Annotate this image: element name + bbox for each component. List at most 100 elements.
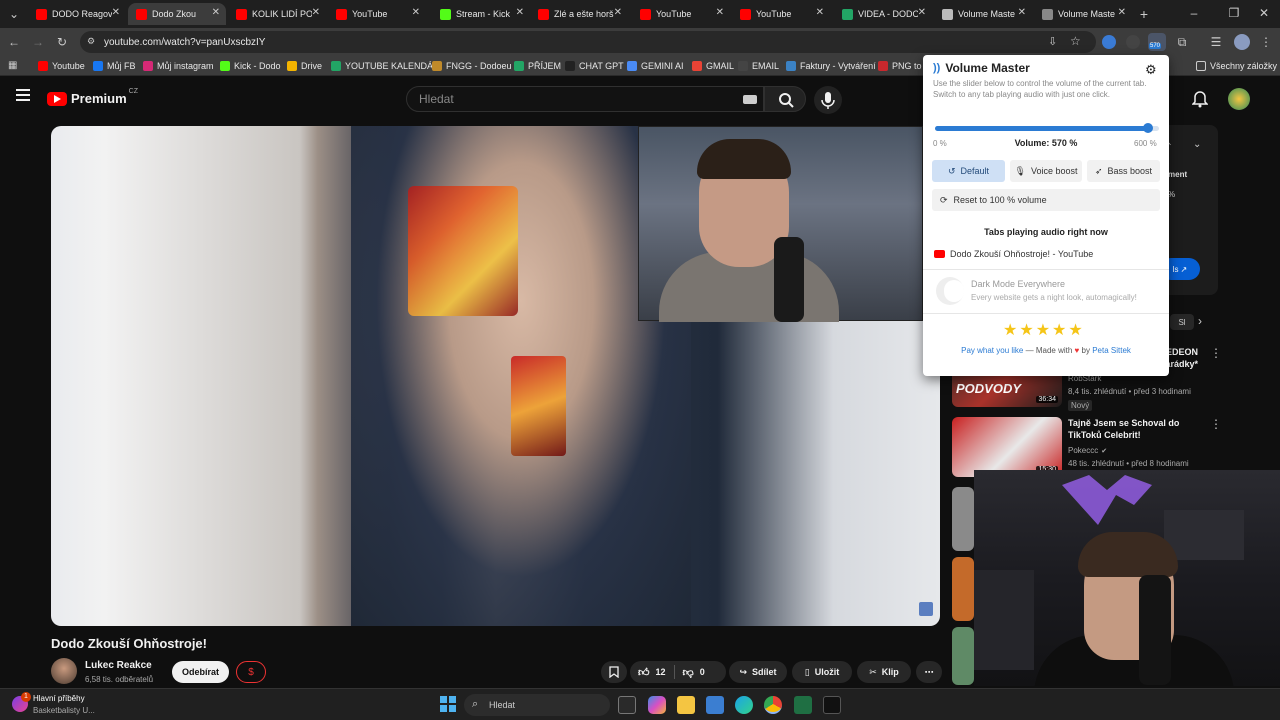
like-button[interactable]: 👍︎ 12 [638, 666, 666, 679]
taskbar-search[interactable]: ⌕ Hledat [464, 694, 610, 716]
star-icon[interactable]: ★ [1003, 322, 1019, 339]
tab-close-icon[interactable]: ✕ [1118, 7, 1126, 18]
bookmark-item[interactable]: Faktury - Vytváření [786, 59, 876, 73]
edge-icon[interactable] [735, 696, 753, 714]
tab-close-icon[interactable]: ✕ [614, 7, 622, 18]
bookmark-item[interactable]: PŘÍJEM [514, 59, 561, 73]
address-bar[interactable]: ⚙ youtube.com/watch?v=panUxscbzIY ⇩ ☆ [80, 31, 1096, 53]
notifications-bell-icon[interactable] [1192, 90, 1208, 108]
tab-close-icon[interactable]: ✕ [412, 7, 420, 18]
recommendation-channel-2[interactable]: Pokeccc ✔ [1068, 446, 1107, 455]
youtube-logo[interactable]: Premium CZ [47, 88, 138, 106]
settings-gear-icon[interactable]: ⚙ [1145, 62, 1157, 78]
bookmark-item[interactable]: YOUTUBE KALENDÁŘ [331, 59, 440, 73]
browser-tab[interactable]: YouTube ✕ [328, 3, 426, 25]
copilot-icon[interactable] [648, 696, 666, 714]
extensions-puzzle-icon[interactable]: ⧉ [1174, 34, 1190, 50]
tab-close-icon[interactable]: ✕ [112, 7, 120, 18]
volume-slider[interactable] [935, 123, 1159, 133]
tab-close-icon[interactable]: ✕ [918, 7, 926, 18]
browser-tab[interactable]: Stream - Kick ✕ [432, 3, 530, 25]
browser-tab[interactable]: YouTube ✕ [732, 3, 830, 25]
sidebar-chip[interactable]: Sl [1170, 314, 1194, 330]
search-button[interactable] [764, 86, 806, 112]
reload-icon[interactable]: ↻ [54, 34, 70, 50]
tab-close-icon[interactable]: ✕ [312, 7, 320, 18]
profile-avatar[interactable] [1234, 34, 1250, 50]
tab-close-icon[interactable]: ✕ [1018, 7, 1026, 18]
tab-close-icon[interactable]: ✕ [816, 7, 824, 18]
bookmark-item[interactable]: Můj instagram [143, 59, 214, 73]
minimize-icon[interactable]: – [1186, 5, 1202, 21]
terminal-icon[interactable] [794, 696, 812, 714]
voice-search-button[interactable] [814, 86, 842, 114]
keyboard-icon[interactable] [743, 95, 757, 104]
save-to-playlist-button[interactable] [601, 661, 627, 683]
tab-close-icon[interactable]: ✕ [716, 7, 724, 18]
recommendation-thumbnail-3[interactable] [952, 487, 974, 551]
reading-list-icon[interactable]: ☰ [1208, 34, 1224, 50]
pay-link[interactable]: Pay what you like [961, 346, 1023, 355]
star-icon[interactable]: ★ [1052, 322, 1068, 339]
extension-2-icon[interactable] [1126, 35, 1140, 49]
recommendation-thumbnail-2[interactable]: 15:30 [952, 417, 1062, 477]
chips-next-icon[interactable]: › [1198, 314, 1202, 328]
bookmark-item[interactable]: GEMINI AI [627, 59, 684, 73]
recommendation-menu-icon-2[interactable]: ⋮ [1210, 417, 1222, 431]
recommendation-thumbnail-5[interactable] [952, 627, 974, 685]
outlook-icon[interactable] [706, 696, 724, 714]
recommendation-thumbnail-4[interactable] [952, 557, 974, 621]
save-button[interactable]: ▯ Uložit [792, 661, 852, 683]
restore-icon[interactable]: ❐ [1226, 5, 1242, 21]
author-link[interactable]: Peta Sittek [1092, 346, 1131, 355]
more-actions-button[interactable]: ⋯ [916, 661, 942, 683]
bookmark-item[interactable]: GMAIL [692, 59, 734, 73]
reset-volume-button[interactable]: ⟳ Reset to 100 % volume [932, 189, 1160, 211]
tab-close-icon[interactable]: ✕ [516, 7, 524, 18]
subscribe-button[interactable]: Odebírat [172, 661, 229, 683]
voice-boost-button[interactable]: 🎙︎ Voice boost [1010, 160, 1082, 182]
bookmark-item[interactable]: EMAIL [738, 59, 779, 73]
browser-tab[interactable]: Dodo Zkou ✕ [128, 3, 226, 25]
browser-tab[interactable]: Volume Maste ✕ [934, 3, 1032, 25]
search-input[interactable]: Hledat [406, 86, 764, 112]
star-icon[interactable]: ★ [1068, 322, 1084, 339]
chrome-icon[interactable] [764, 696, 782, 714]
forward-icon[interactable]: → [30, 34, 46, 50]
rating-stars[interactable]: ★★★★★ [1003, 320, 1085, 340]
extension-1-icon[interactable] [1102, 35, 1116, 49]
browser-tab[interactable]: DODO Reagov ✕ [28, 3, 126, 25]
share-button[interactable]: ↪ Sdílet [729, 661, 787, 683]
sidebar-expand-icon[interactable]: ⌄ [1193, 139, 1201, 150]
promo-title[interactable]: Dark Mode Everywhere [971, 279, 1065, 289]
menu-hamburger-icon[interactable] [16, 89, 30, 101]
bookmark-item[interactable]: FNGG - Dodoeu [432, 59, 512, 73]
donate-button[interactable]: $ [236, 661, 266, 683]
apps-grid-icon[interactable]: ▦ [8, 60, 17, 71]
close-window-icon[interactable]: ✕ [1256, 5, 1272, 21]
browser-tab[interactable]: Volume Maste ✕ [1034, 3, 1132, 25]
account-avatar[interactable] [1228, 88, 1250, 110]
recommendation-title-2[interactable]: Tajně Jsem se Schoval do TikToků Celebri… [1068, 417, 1208, 441]
site-info-icon[interactable]: ⚙ [87, 36, 98, 47]
browser-tab[interactable]: YouTube ✕ [632, 3, 730, 25]
volume-slider-thumb[interactable] [1142, 123, 1153, 133]
default-preset-button[interactable]: ↺ Default [932, 160, 1005, 182]
bookmark-item[interactable]: Můj FB [93, 59, 136, 73]
recommendation-menu-icon-1[interactable]: ⋮ [1210, 346, 1222, 360]
browser-tab[interactable]: VIDEA - DODO ✕ [834, 3, 932, 25]
bass-boost-button[interactable]: ➶ Bass boost [1087, 160, 1160, 182]
channel-avatar[interactable] [51, 658, 77, 684]
epic-games-icon[interactable] [823, 696, 841, 714]
clip-button[interactable]: ✂ Klip [857, 661, 911, 683]
task-view-icon[interactable] [618, 696, 636, 714]
windows-start-icon[interactable] [440, 696, 456, 712]
bookmark-item[interactable]: Kick - Dodo [220, 59, 281, 73]
bookmark-star-icon[interactable]: ☆ [1070, 34, 1081, 48]
tab-close-icon[interactable]: ✕ [212, 7, 220, 18]
video-player[interactable] [51, 126, 940, 626]
news-widget-icon[interactable]: 1 [12, 692, 31, 712]
browser-tab[interactable]: KOLIK LIDÍ PO ✕ [228, 3, 326, 25]
browser-tab[interactable]: Zlé a ešte horš ✕ [530, 3, 628, 25]
news-title[interactable]: Hlavní příběhy [33, 694, 85, 703]
